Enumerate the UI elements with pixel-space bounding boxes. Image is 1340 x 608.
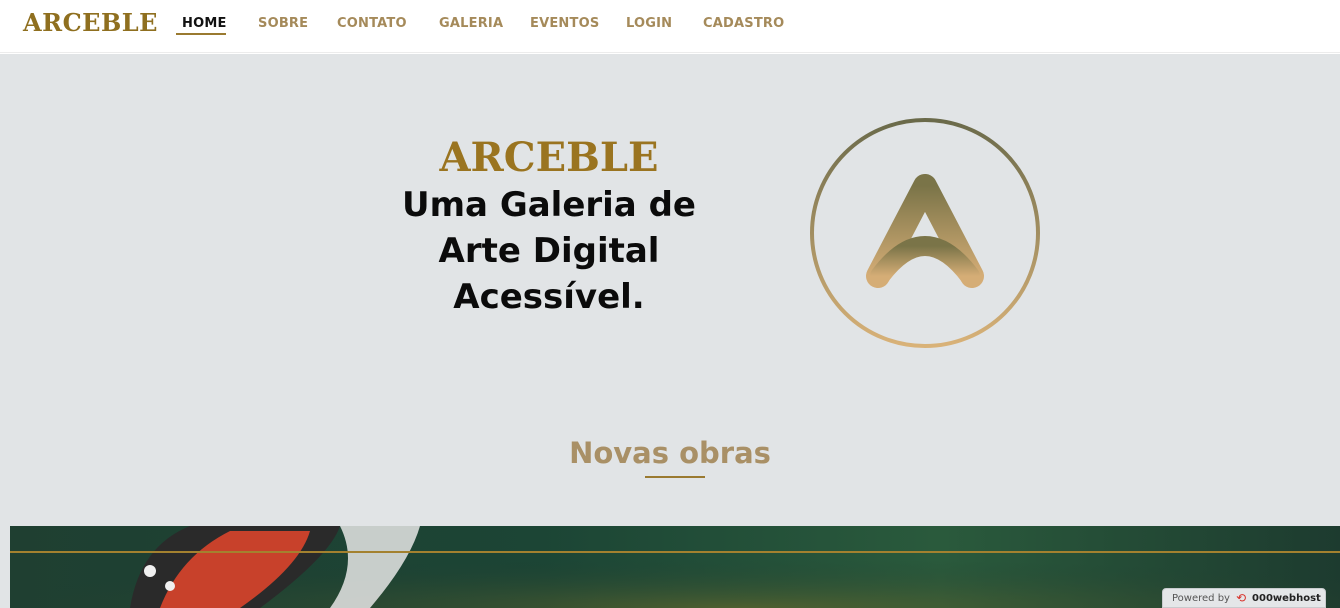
hero-subtitle-line-1: Uma Galeria de <box>402 185 696 225</box>
nav-login[interactable]: LOGIN <box>626 16 672 31</box>
new-works-underline <box>645 476 705 478</box>
nav-eventos[interactable]: EVENTOS <box>530 16 599 31</box>
nav-sobre[interactable]: SOBRE <box>258 16 308 31</box>
nav-contato[interactable]: CONTATO <box>337 16 407 31</box>
nav-home[interactable]: HOME <box>182 16 227 31</box>
000webhost-logo-icon: ⟲ <box>1235 591 1247 605</box>
artwork-image <box>10 526 1340 608</box>
featured-artwork-banner[interactable] <box>10 526 1340 608</box>
hero-title: ARCEBLE <box>439 134 659 181</box>
artwork-divider-line <box>10 551 1340 553</box>
arceble-logo-icon <box>810 118 1040 348</box>
hero-subtitle-line-2: Arte Digital <box>438 231 660 271</box>
top-navbar: ARCEBLE HOME SOBRE CONTATO GALERIA EVENT… <box>0 0 1340 53</box>
hero-subtitle-line-3: Acessível. <box>453 277 645 317</box>
powered-by-brand: 000webhost <box>1252 592 1321 604</box>
powered-by-badge[interactable]: Powered by ⟲ 000webhost <box>1162 588 1326 608</box>
active-nav-underline <box>176 33 226 35</box>
nav-cadastro[interactable]: CADASTRO <box>703 16 784 31</box>
hero-subtitle: Uma Galeria de Arte Digital Acessível. <box>349 182 749 320</box>
nav-galeria[interactable]: GALERIA <box>439 16 503 31</box>
new-works-heading: Novas obras <box>569 436 771 470</box>
powered-by-label: Powered by <box>1172 592 1230 604</box>
brand-logo-text[interactable]: ARCEBLE <box>23 8 158 37</box>
hero-section: ARCEBLE Uma Galeria de Arte Digital Aces… <box>0 54 1340 608</box>
